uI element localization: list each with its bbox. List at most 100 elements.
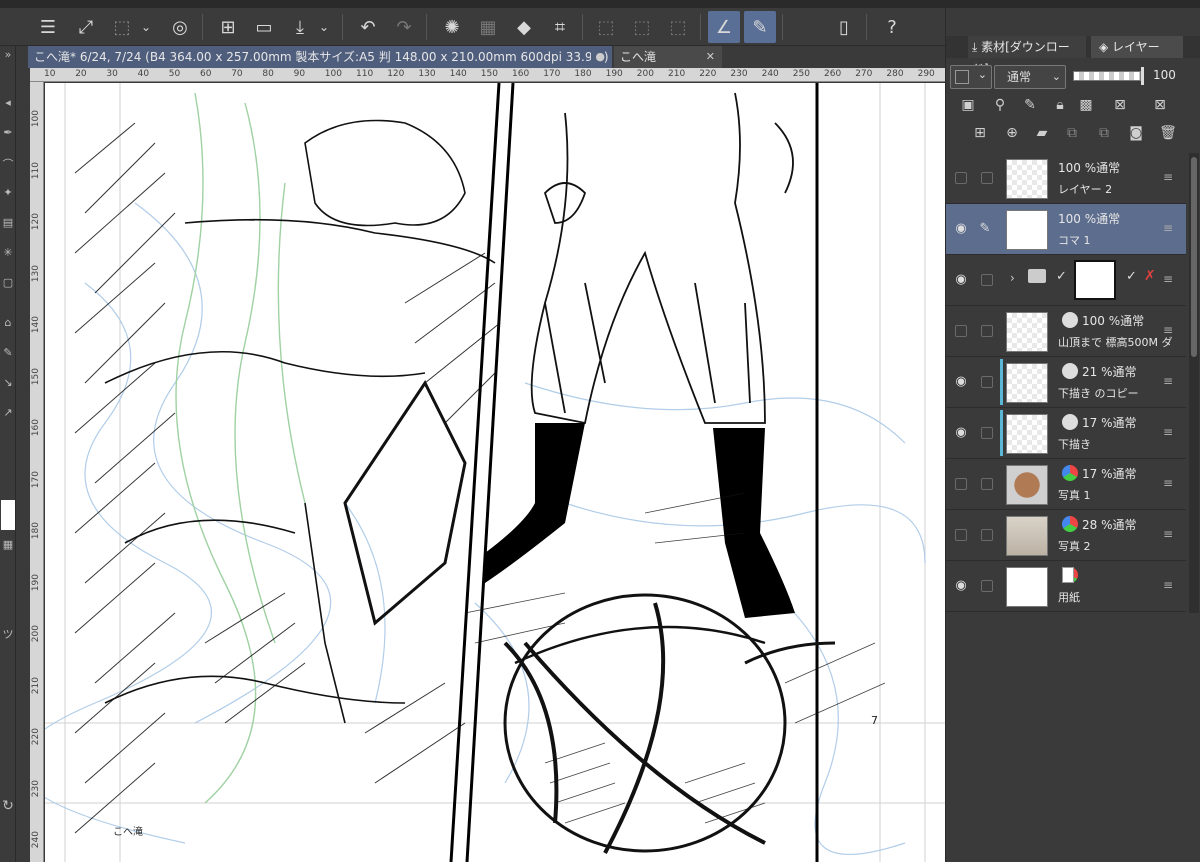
layer-row[interactable]: ◉ 17 %通常 下描き ≡ — [946, 408, 1186, 459]
tab-modified-indicator[interactable]: ● — [591, 46, 605, 68]
drag-handle-icon[interactable]: ≡ — [1163, 527, 1173, 541]
smartphone-icon[interactable]: ▯ — [828, 11, 860, 43]
new-vector-layer-icon[interactable]: ⊕ — [1002, 123, 1022, 143]
new-file-icon[interactable]: ⊞ — [212, 11, 244, 43]
layer-row[interactable]: ◉ 21 %通常 下描き のコピー ≡ — [946, 357, 1186, 408]
ruler-enable-icon[interactable]: ⊠ — [1150, 95, 1170, 115]
tool-icon[interactable]: ↘ — [1, 376, 15, 389]
layer-row[interactable]: 17 %通常 写真 1 ≡ — [946, 459, 1186, 510]
tool-icon[interactable]: ✒ — [1, 126, 15, 139]
tool-icon[interactable]: ✎ — [1, 346, 15, 359]
crop-icon[interactable]: ⌗ — [544, 11, 576, 43]
fill-icon[interactable]: ◆ — [508, 11, 540, 43]
snap-ruler-icon[interactable]: ∠ — [708, 11, 740, 43]
eye-icon[interactable]: ◉ — [952, 425, 970, 441]
redo-icon[interactable]: ↷ — [388, 11, 420, 43]
opacity-slider[interactable] — [1073, 71, 1141, 81]
new-folder-icon[interactable]: ▰ — [1032, 123, 1052, 143]
eye-icon[interactable]: ◉ — [952, 374, 970, 390]
open-folder-icon[interactable]: ▭ — [248, 11, 280, 43]
drag-handle-icon[interactable]: ≡ — [1163, 170, 1173, 184]
help-icon[interactable]: ? — [876, 11, 908, 43]
tool-icon[interactable]: ◂ — [1, 96, 15, 109]
close-icon[interactable]: ✕ — [706, 46, 715, 68]
clip-layer-icon[interactable]: ▣ — [958, 95, 978, 115]
opacity-handle[interactable] — [1141, 67, 1144, 85]
draft-layer-icon[interactable]: ✎ — [1020, 95, 1040, 115]
tool-icon[interactable]: ▢ — [1, 276, 15, 289]
undo-icon[interactable]: ↶ — [352, 11, 384, 43]
mask-disabled-icon[interactable]: ✗ — [1144, 268, 1156, 284]
new-raster-layer-icon[interactable]: ⊞ — [970, 123, 990, 143]
lock-checkbox[interactable] — [981, 427, 993, 439]
mask-enable-icon[interactable]: ⊠ — [1110, 95, 1130, 115]
tab-layer[interactable]: ◈ レイヤー — [1091, 36, 1183, 58]
drag-handle-icon[interactable]: ≡ — [1163, 272, 1173, 286]
selection-clear-icon[interactable]: ⬚ — [662, 11, 694, 43]
lock-checkbox[interactable] — [981, 580, 993, 592]
layer-row[interactable]: 100 %通常 レイヤー 2 ≡ — [946, 153, 1186, 204]
tab-material[interactable]: ⤓ 素材[ダウンロード] — [968, 36, 1086, 76]
tab-document-main[interactable]: こへ滝* 6/24, 7/24 (B4 364.00 x 257.00mm 製本… — [28, 46, 612, 68]
tool-icon[interactable]: ⌂ — [1, 316, 15, 329]
drag-handle-icon[interactable]: ≡ — [1163, 374, 1173, 388]
app-logo-icon[interactable]: ◎ — [164, 11, 196, 43]
fullscreen-icon[interactable]: ⤢ — [70, 11, 102, 43]
visibility-checkbox[interactable] — [955, 529, 967, 541]
eye-icon[interactable]: ◉ — [952, 578, 970, 594]
save-icon[interactable]: ⤓ — [284, 11, 316, 43]
chevron-down-icon[interactable]: ⌄ — [136, 11, 156, 43]
eye-icon[interactable]: ◉ — [952, 221, 970, 237]
transform-icon[interactable]: ⬚ — [106, 11, 138, 43]
drag-handle-icon[interactable]: ≡ — [1163, 221, 1173, 235]
layer-row[interactable]: ◉ 用紙 ≡ — [946, 561, 1186, 612]
delete-icon[interactable]: 🗑︎ — [1158, 123, 1178, 143]
color-mix-icon[interactable]: ▦ — [1, 538, 15, 551]
drag-handle-icon[interactable]: ≡ — [1163, 578, 1173, 592]
lock-transparent-icon[interactable]: ▩ — [1076, 95, 1096, 115]
snap-brush-icon[interactable]: ✎ — [744, 11, 776, 43]
scroll-thumb[interactable] — [1191, 157, 1197, 357]
panel-scrollbar[interactable] — [1189, 153, 1199, 613]
save-menu-chevron-icon[interactable]: ⌄ — [314, 11, 334, 43]
lock-checkbox[interactable] — [981, 172, 993, 184]
expand-chevron-icon[interactable]: › — [1010, 271, 1015, 285]
selection-invert-icon[interactable]: ⬚ — [626, 11, 658, 43]
mask-icon[interactable]: ◙ — [1126, 123, 1146, 143]
tool-icon[interactable]: ✦ — [1, 186, 15, 199]
selection-icon[interactable]: ⬚ — [590, 11, 622, 43]
visibility-checkbox[interactable] — [955, 325, 967, 337]
tool-icon[interactable]: ✳ — [1, 246, 15, 259]
drag-handle-icon[interactable]: ≡ — [1163, 323, 1173, 337]
layer-row[interactable]: 100 %通常 山頂まで 標高500M ダ ≡ — [946, 306, 1186, 357]
drag-handle-icon[interactable]: ≡ — [1163, 476, 1173, 490]
visibility-checkbox[interactable] — [955, 478, 967, 490]
loading-icon[interactable]: ✺ — [436, 11, 468, 43]
tool-icon[interactable]: ↗ — [1, 406, 15, 419]
visibility-checkbox[interactable] — [955, 172, 967, 184]
tab-document-second[interactable]: こへ滝 ✕ — [614, 46, 722, 68]
reference-layer-icon[interactable]: ⚲ — [990, 95, 1010, 115]
tool-icon[interactable]: ▤ — [1, 216, 15, 229]
lock-checkbox[interactable] — [981, 325, 993, 337]
merge-down-icon[interactable]: ⧉ — [1062, 123, 1082, 143]
lock-icon[interactable]: 🔒︎ — [1050, 95, 1070, 115]
layer-row[interactable]: ◉ ✎ 100 %通常 コマ 1 ≡ — [946, 204, 1186, 255]
rotate-icon[interactable]: ↻ — [1, 798, 15, 814]
drawing-canvas[interactable]: 7 こへ滝 — [45, 83, 945, 862]
lock-checkbox[interactable] — [981, 274, 993, 286]
layer-row[interactable]: ◉ › ✓ ✓ ✗ ≡ — [946, 255, 1186, 306]
drag-handle-icon[interactable]: ≡ — [1163, 425, 1173, 439]
tool-icon[interactable]: ⌒ — [1, 156, 15, 172]
lock-checkbox[interactable] — [981, 376, 993, 388]
collapse-icon[interactable]: » — [1, 48, 15, 61]
lock-checkbox[interactable] — [981, 529, 993, 541]
eye-icon[interactable]: ◉ — [952, 272, 970, 288]
combine-icon[interactable]: ⧉ — [1094, 123, 1114, 143]
layer-row[interactable]: 28 %通常 写真 2 ≡ — [946, 510, 1186, 561]
lock-checkbox[interactable] — [981, 478, 993, 490]
clear-icon[interactable]: ▦ — [472, 11, 504, 43]
blend-mode-select[interactable]: 通常 ⌄ — [994, 65, 1066, 89]
expression-color-select[interactable]: ⌄ — [950, 65, 992, 89]
main-color-swatch[interactable] — [1, 500, 15, 530]
